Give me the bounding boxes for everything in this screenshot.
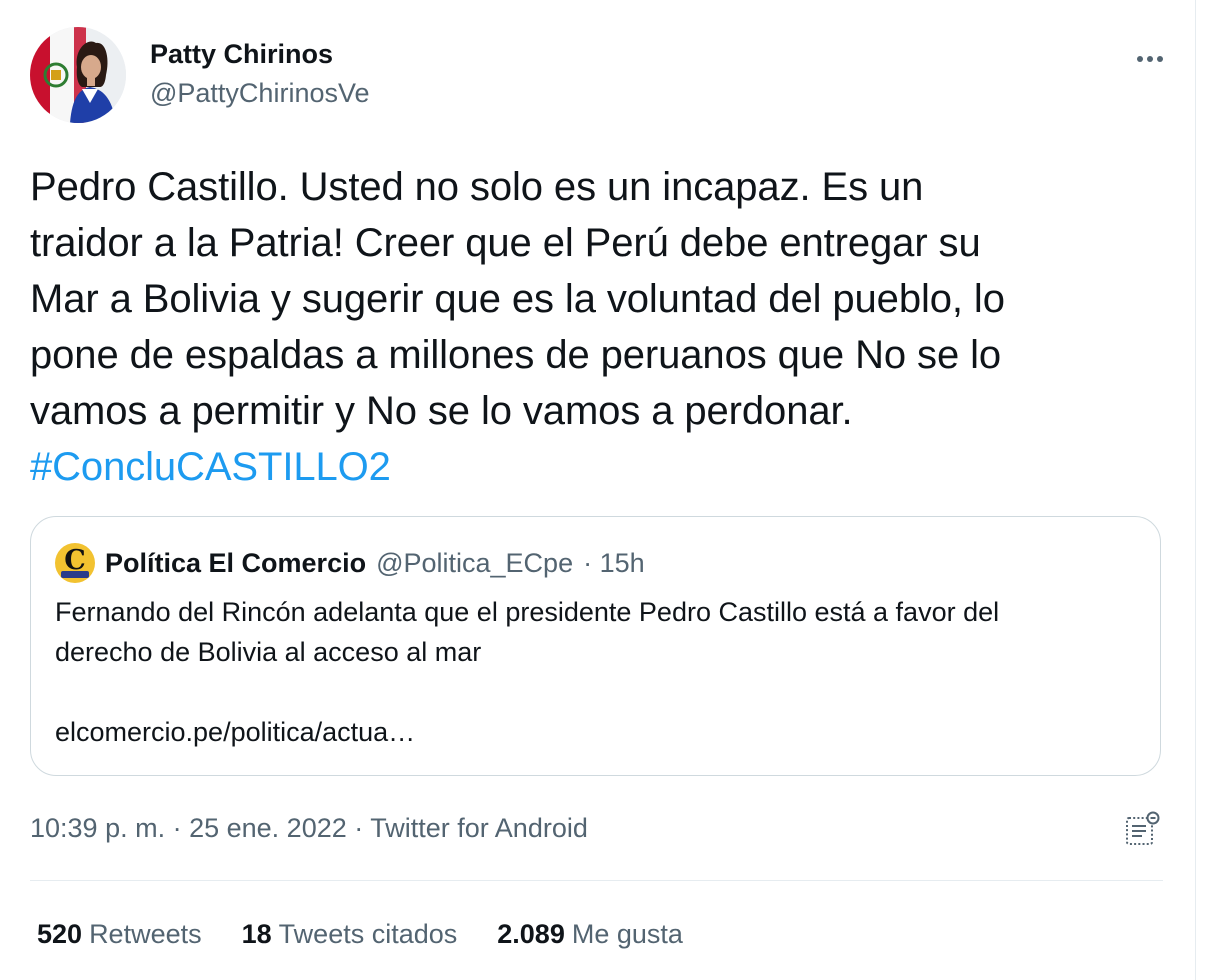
retweets-count: 520 — [37, 919, 83, 949]
quoted-text-line: derecho de Bolivia al acceso al mar — [55, 637, 482, 667]
tweet-metadata: 10:39 p. m. · 25 ene. 2022 · Twitter for… — [30, 808, 588, 848]
tweet-text-line: Pedro Castillo. Usted no solo es un inca… — [30, 165, 924, 209]
analytics-icon-svg — [1126, 811, 1160, 845]
tweet-text: Pedro Castillo. Usted no solo es un inca… — [30, 159, 1170, 495]
more-horizontal-icon[interactable] — [1130, 49, 1170, 69]
author-avatar[interactable] — [30, 27, 126, 123]
quote-tweets-stat[interactable]: 18 Tweets citados — [242, 913, 458, 955]
analytics-icon[interactable] — [1122, 810, 1162, 850]
more-dot — [1147, 56, 1153, 62]
quoted-link[interactable]: elcomercio.pe/politica/actua… — [55, 712, 1135, 752]
tweet-header: Patty Chirinos @PattyChirinosVe — [30, 27, 1170, 125]
tweet-source[interactable]: Twitter for Android — [370, 813, 588, 843]
timeline-border — [1195, 0, 1196, 980]
tweet-stats: 520 Retweets 18 Tweets citados 2.089 Me gus… — [37, 913, 683, 955]
tweet-text-line: pone de espaldas a millones de peruanos … — [30, 333, 1002, 377]
tweet-text-line: vamos a permitir y No se lo vamos a perd… — [30, 389, 853, 433]
stats-divider — [30, 880, 1163, 881]
quote-tweets-label: Tweets citados — [278, 919, 458, 949]
author-name[interactable]: Patty Chirinos — [150, 38, 370, 70]
meta-separator: · — [165, 813, 190, 843]
tweet-date[interactable]: 25 ene. 2022 — [189, 813, 347, 843]
quoted-tweet-time[interactable]: · 15h — [583, 548, 645, 579]
author-info: Patty Chirinos @PattyChirinosVe — [150, 38, 370, 110]
more-dot — [1157, 56, 1163, 62]
tweet-time[interactable]: 10:39 p. m. — [30, 813, 165, 843]
quoted-text-line: Fernando del Rincón adelanta que el pres… — [55, 597, 1000, 627]
quoted-author-handle[interactable]: @Politica_ECpe — [376, 548, 573, 579]
quoted-tweet-text: Fernando del Rincón adelanta que el pres… — [55, 592, 1135, 752]
quoted-tweet-card[interactable]: C Política El Comercio @Politica_ECpe · … — [30, 516, 1161, 776]
quoted-author-avatar[interactable]: C — [55, 543, 95, 583]
retweets-stat[interactable]: 520 Retweets — [37, 913, 202, 955]
hashtag-link[interactable]: #ConcluCASTILLO2 — [30, 439, 1170, 495]
quoted-author-name[interactable]: Política El Comercio — [105, 548, 366, 579]
quote-tweets-count: 18 — [241, 919, 272, 949]
avatar-image — [30, 27, 126, 123]
likes-count: 2.089 — [497, 919, 565, 949]
quoted-tweet-header: C Política El Comercio @Politica_ECpe · … — [55, 543, 645, 583]
meta-separator: · — [346, 813, 371, 843]
tweet-text-line: Mar a Bolivia y sugerir que es la volunt… — [30, 277, 1005, 321]
more-dot — [1137, 56, 1143, 62]
author-handle[interactable]: @PattyChirinosVe — [150, 76, 370, 110]
retweets-label: Retweets — [89, 919, 202, 949]
likes-label: Me gusta — [571, 919, 683, 949]
likes-stat[interactable]: 2.089 Me gusta — [497, 913, 683, 955]
quoted-text-spacer — [55, 672, 1135, 712]
tweet-text-line: traidor a la Patria! Creer que el Perú d… — [30, 221, 981, 265]
logo-band — [61, 571, 89, 578]
